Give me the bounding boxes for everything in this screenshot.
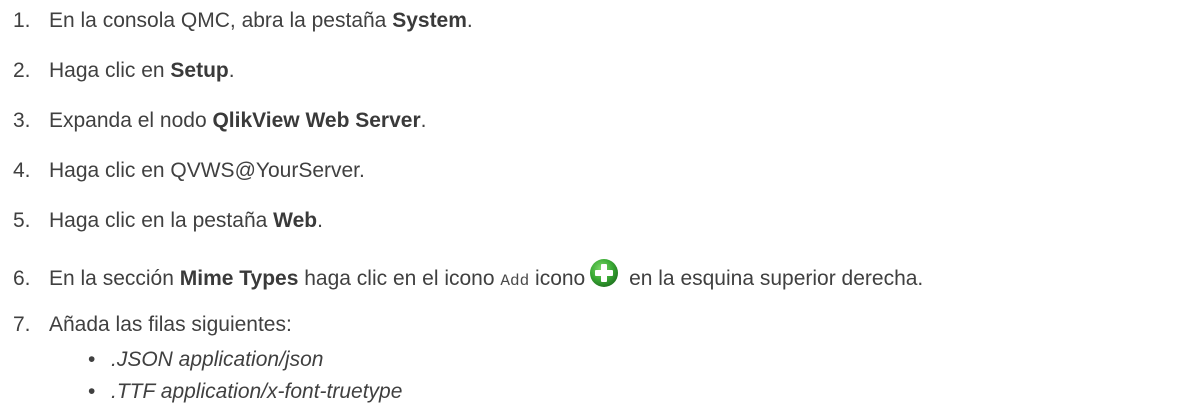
list-item: • .JSON application/json [88,345,323,375]
step-number: 4. [13,159,31,182]
step-5: 5. Haga clic en la pestaña Web. [13,206,323,236]
step-2: 2. Haga clic en Setup. [13,56,235,86]
step-text: Haga clic en [49,59,171,82]
step-text: Añada las filas siguientes: [49,313,292,336]
step-number: 3. [13,109,31,132]
code-add: Add [500,272,530,290]
step-1: 1. En la consola QMC, abra la pestaña Sys… [13,6,473,36]
step-text: Expanda el nodo [49,109,213,132]
ui-term-setup: Setup [170,59,229,82]
step-text: Haga clic en QVWS@YourServer. [49,159,365,182]
step-6: 6. En la sección Mime Types haga clic en … [13,258,923,290]
ui-term-system: System [392,9,467,32]
step-number: 7. [13,313,31,336]
step-number: 6. [13,267,31,290]
step-4: 4. Haga clic en QVWS@YourServer. [13,156,365,186]
bullet: • [88,348,96,371]
ui-term-qlikview-web-server: QlikView Web Server [212,109,421,132]
mime-row-json: .JSON application/json [111,348,324,371]
add-plus-icon [589,258,619,288]
ui-term-mime-types: Mime Types [179,267,299,290]
step-number: 2. [13,59,31,82]
step-number: 5. [13,209,31,232]
list-item: • .TTF application/x-font-truetype [88,377,402,407]
step-number: 1. [13,9,31,32]
step-text: Haga clic en la pestaña [49,209,274,232]
step-text: En la sección [49,267,180,290]
step-7: 7. Añada las filas siguientes: [13,310,292,340]
mime-row-ttf: .TTF application/x-font-truetype [111,380,403,403]
ui-term-web: Web [273,209,318,232]
step-3: 3. Expanda el nodo QlikView Web Server. [13,106,426,136]
bullet: • [88,380,96,403]
step-text: En la consola QMC, abra la pestaña [49,9,393,32]
